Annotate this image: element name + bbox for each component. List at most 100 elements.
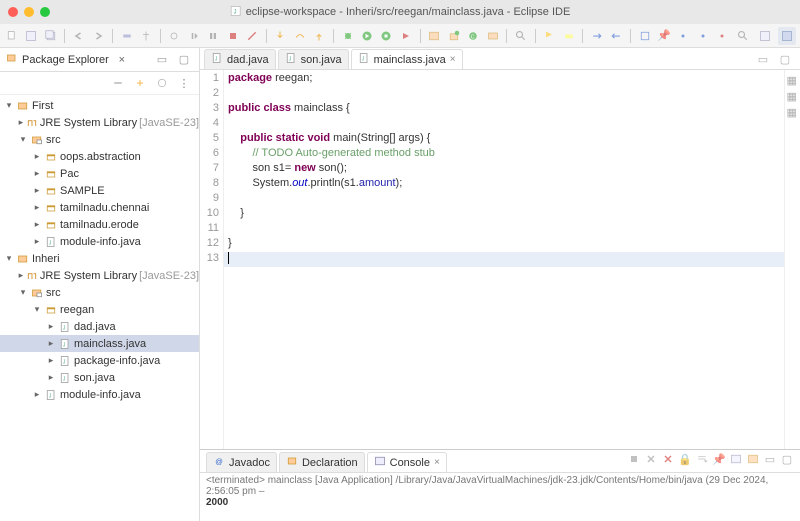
open-perspective[interactable] — [756, 27, 774, 45]
resume-button[interactable] — [186, 27, 201, 45]
twisty-icon[interactable]: ▸ — [32, 236, 42, 247]
java-perspective[interactable] — [778, 27, 796, 45]
tree-item-oops-abstraction[interactable]: ▸oops.abstraction — [0, 148, 199, 165]
wizard2[interactable] — [695, 27, 710, 45]
tree-item-first[interactable]: ▾First — [0, 97, 199, 114]
wizard3[interactable] — [715, 27, 730, 45]
highlight-button[interactable] — [561, 27, 576, 45]
console-word-wrap[interactable] — [695, 452, 709, 466]
display-console[interactable] — [729, 452, 743, 466]
console-remove-all[interactable] — [644, 452, 658, 466]
search-button[interactable] — [513, 27, 528, 45]
twisty-icon[interactable]: ▾ — [18, 287, 28, 298]
twisty-icon[interactable]: ▸ — [46, 338, 56, 349]
twisty-icon[interactable]: ▸ — [32, 185, 42, 196]
tree-item-package-info-java[interactable]: ▸Jpackage-info.java — [0, 352, 199, 369]
tree-item-tamilnadu-chennai[interactable]: ▸tamilnadu.chennai — [0, 199, 199, 216]
ruler-btn-2[interactable]: ▦ — [787, 90, 799, 102]
editor-tab-mainclass-java[interactable]: Jmainclass.java× — [351, 49, 463, 69]
ruler-btn-1[interactable]: ▦ — [787, 74, 799, 86]
maximize-window[interactable] — [40, 7, 50, 17]
twisty-icon[interactable]: ▾ — [4, 253, 14, 264]
project-tree[interactable]: ▾First▸JRE System Library [JavaSE-23]▾sr… — [0, 95, 199, 521]
new-java-project[interactable] — [426, 27, 441, 45]
run-button[interactable] — [359, 27, 374, 45]
save-all-button[interactable] — [43, 27, 58, 45]
step-into-button[interactable] — [273, 27, 288, 45]
toggle-block-button[interactable] — [119, 27, 134, 45]
minimize-editor[interactable]: ▭ — [754, 50, 772, 68]
close-view[interactable]: × — [119, 54, 125, 66]
coverage-button[interactable] — [379, 27, 394, 45]
maximize-view[interactable]: ▢ — [175, 51, 193, 69]
tree-item-tamilnadu-erode[interactable]: ▸tamilnadu.erode — [0, 216, 199, 233]
twisty-icon[interactable]: ▾ — [32, 304, 42, 315]
disconnect-button[interactable] — [244, 27, 259, 45]
open-type[interactable] — [485, 27, 500, 45]
console-remove[interactable] — [661, 452, 675, 466]
focus-task[interactable] — [153, 74, 171, 92]
max-bottom[interactable]: ▢ — [780, 452, 794, 466]
prev-annotation[interactable] — [609, 27, 624, 45]
tree-item-inheri[interactable]: ▾Inheri — [0, 250, 199, 267]
marker-button[interactable] — [541, 27, 556, 45]
twisty-icon[interactable]: ▸ — [32, 219, 42, 230]
console-output[interactable]: <terminated> mainclass [Java Application… — [200, 472, 800, 521]
twisty-icon[interactable]: ▸ — [18, 117, 24, 128]
bottom-tab-console[interactable]: Console× — [367, 452, 447, 472]
code-editor[interactable]: package reegan;public class mainclass { … — [224, 70, 784, 449]
tree-item-dad-java[interactable]: ▸Jdad.java — [0, 318, 199, 335]
tree-item-mainclass-java[interactable]: ▸Jmainclass.java — [0, 335, 199, 352]
tree-item-src[interactable]: ▾src — [0, 284, 199, 301]
quick-access[interactable] — [734, 27, 752, 45]
run-last-button[interactable] — [398, 27, 413, 45]
terminate-button[interactable] — [225, 27, 240, 45]
step-over-button[interactable] — [292, 27, 307, 45]
console-pin[interactable]: 📌 — [712, 452, 726, 466]
new-button[interactable] — [4, 27, 19, 45]
close-tab[interactable]: × — [450, 54, 456, 65]
task-button[interactable] — [637, 27, 652, 45]
ruler-btn-3[interactable]: ▦ — [787, 106, 799, 118]
twisty-icon[interactable]: ▸ — [46, 372, 56, 383]
editor-tab-son-java[interactable]: Json.java — [278, 49, 349, 69]
step-return-button[interactable] — [312, 27, 327, 45]
tree-item-jre-system-library[interactable]: ▸JRE System Library [JavaSE-23] — [0, 267, 199, 284]
twisty-icon[interactable]: ▸ — [32, 202, 42, 213]
save-button[interactable] — [23, 27, 38, 45]
open-console[interactable] — [746, 452, 760, 466]
twisty-icon[interactable]: ▸ — [32, 389, 42, 400]
tree-item-pac[interactable]: ▸Pac — [0, 165, 199, 182]
line-gutter[interactable]: 12345678910111213 — [200, 70, 224, 449]
minimize-window[interactable] — [24, 7, 34, 17]
wizard1[interactable] — [676, 27, 691, 45]
collapse-all[interactable] — [109, 74, 127, 92]
twisty-icon[interactable]: ▾ — [18, 134, 28, 145]
undo-button[interactable] — [71, 27, 86, 45]
pin-button[interactable] — [138, 27, 153, 45]
next-annotation[interactable] — [589, 27, 604, 45]
tree-item-jre-system-library[interactable]: ▸JRE System Library [JavaSE-23] — [0, 114, 199, 131]
new-class[interactable]: C — [465, 27, 480, 45]
tree-item-son-java[interactable]: ▸Json.java — [0, 369, 199, 386]
minimize-view[interactable]: ▭ — [153, 51, 171, 69]
link-editor[interactable] — [131, 74, 149, 92]
tree-item-reegan[interactable]: ▾reegan — [0, 301, 199, 318]
debug-button[interactable] — [340, 27, 355, 45]
tree-item-sample[interactable]: ▸SAMPLE — [0, 182, 199, 199]
close-tab[interactable]: × — [434, 457, 440, 468]
bottom-tab-declaration[interactable]: Declaration — [279, 452, 365, 472]
new-package[interactable] — [446, 27, 461, 45]
tree-item-module-info-java[interactable]: ▸Jmodule-info.java — [0, 233, 199, 250]
tree-item-module-info-java[interactable]: ▸Jmodule-info.java — [0, 386, 199, 403]
tree-item-src[interactable]: ▾src — [0, 131, 199, 148]
twisty-icon[interactable]: ▸ — [18, 270, 24, 281]
console-scroll-lock[interactable]: 🔒 — [678, 452, 692, 466]
redo-button[interactable] — [91, 27, 106, 45]
twisty-icon[interactable]: ▸ — [32, 151, 42, 162]
twisty-icon[interactable]: ▾ — [4, 100, 14, 111]
bottom-tab-javadoc[interactable]: @Javadoc — [206, 452, 277, 472]
close-window[interactable] — [8, 7, 18, 17]
view-menu[interactable]: ⋮ — [175, 74, 193, 92]
twisty-icon[interactable]: ▸ — [46, 355, 56, 366]
